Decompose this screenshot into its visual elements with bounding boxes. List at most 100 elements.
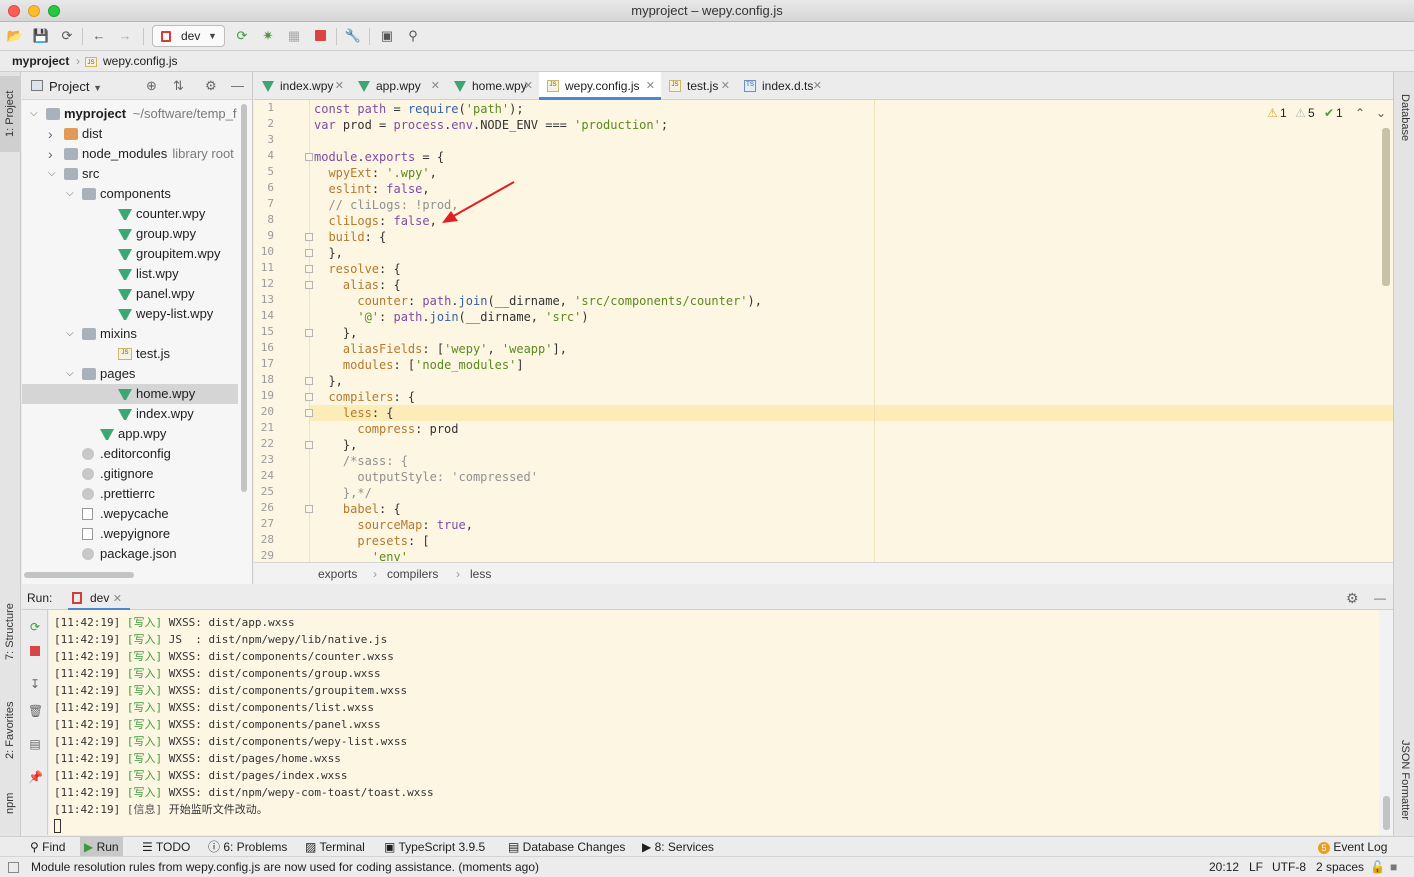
fold-marker-icon[interactable] <box>305 377 313 385</box>
indent-setting[interactable]: 2 spaces <box>1316 857 1364 877</box>
collapse-all-icon[interactable]: ⇅ <box>173 78 184 94</box>
database-changes-tool-button[interactable]: ▤ Database Changes <box>508 837 625 857</box>
tree-item[interactable]: .wepyignore <box>22 524 238 544</box>
gear-icon[interactable]: ⚙ <box>205 78 217 94</box>
tree-item[interactable]: .gitignore <box>22 464 238 484</box>
tree-item[interactable]: home.wpy <box>22 384 238 404</box>
fold-marker-icon[interactable] <box>305 249 313 257</box>
breadcrumb-item[interactable]: exports <box>318 563 357 585</box>
tree-item[interactable]: panel.wpy <box>22 284 238 304</box>
tree-item[interactable]: ⌵ mixins <box>22 324 238 344</box>
tree-item[interactable]: package.json <box>22 544 238 564</box>
tree-item[interactable]: ⌵ myproject ~/software/temp_f <box>22 104 238 124</box>
open-folder-icon[interactable]: 📂 <box>6 27 24 45</box>
status-message[interactable]: Module resolution rules from wepy.config… <box>31 857 539 877</box>
tree-item[interactable]: › dist <box>22 124 238 144</box>
editor-tab[interactable]: home.wpy ✕ <box>446 72 539 100</box>
fold-marker-icon[interactable] <box>305 505 313 513</box>
todo-tool-button[interactable]: ☰ TODO <box>142 837 190 857</box>
project-tool-tab[interactable]: 1: Project <box>0 76 21 152</box>
sync-icon[interactable]: ⟳ <box>58 27 76 45</box>
fold-marker-icon[interactable] <box>305 441 313 449</box>
chevron-down-icon[interactable]: ⌵ <box>30 104 40 124</box>
editor-tab[interactable]: app.wpy ✕ <box>350 72 446 100</box>
minimize-window-button[interactable] <box>28 5 40 17</box>
rerun-icon[interactable]: ⟳ <box>28 620 42 634</box>
close-icon[interactable]: ✕ <box>431 72 440 100</box>
lock-icon[interactable]: 🔓 <box>1370 857 1385 877</box>
tree-item[interactable]: ⌵ src <box>22 164 238 184</box>
tree-item[interactable]: ⌵ pages <box>22 364 238 384</box>
project-view-select[interactable]: Project ▼ <box>49 79 102 94</box>
chevron-up-icon[interactable]: ⌃ <box>1355 106 1365 120</box>
npm-tool-tab[interactable]: npm <box>0 780 21 826</box>
forward-icon[interactable]: → <box>116 27 134 45</box>
rerun-icon[interactable]: ⟳ <box>233 27 251 45</box>
tree-item[interactable]: counter.wpy <box>22 204 238 224</box>
debug-icon[interactable]: ✷ <box>259 27 277 45</box>
tree-item[interactable]: › node_modules library root <box>22 144 238 164</box>
scroll-to-end-icon[interactable]: ↧ <box>28 677 42 691</box>
gear-icon[interactable]: ⚙ <box>1346 586 1359 610</box>
tree-item[interactable]: groupitem.wpy <box>22 244 238 264</box>
tree-item[interactable]: .wepycache <box>22 504 238 524</box>
save-icon[interactable]: 💾 <box>32 27 50 45</box>
status-window-icon[interactable] <box>8 862 19 873</box>
fold-marker-icon[interactable] <box>305 393 313 401</box>
chevron-right-icon[interactable]: › <box>48 124 58 144</box>
tree-vertical-scrollbar[interactable] <box>241 104 247 492</box>
run-console[interactable]: [11:42:19] [写入] WXSS: dist/app.wxss [11:4… <box>49 610 1379 835</box>
database-tool-tab[interactable]: Database <box>1394 82 1414 154</box>
typescript-tool-button[interactable]: ▣ TypeScript 3.9.5 <box>384 837 485 857</box>
stop-icon[interactable] <box>311 27 329 45</box>
run-tab-dev[interactable]: dev ✕ <box>68 586 130 610</box>
fold-marker-icon[interactable] <box>305 409 313 417</box>
editor-tab[interactable]: TS index.d.ts ✕ <box>736 72 828 100</box>
locate-file-icon[interactable]: ⊕ <box>146 78 157 94</box>
editor-tab[interactable]: index.wpy ✕ <box>254 72 350 100</box>
close-window-button[interactable] <box>8 5 20 17</box>
tree-item[interactable]: wepy-list.wpy <box>22 304 238 324</box>
hide-panel-icon[interactable]: — <box>1374 586 1386 610</box>
tree-item[interactable]: ⌵ components <box>22 184 238 204</box>
console-input-cursor[interactable] <box>54 819 61 833</box>
fold-marker-icon[interactable] <box>305 233 313 241</box>
pin-icon[interactable]: 📌 <box>28 770 43 784</box>
chevron-down-icon[interactable]: ⌵ <box>48 164 58 184</box>
terminal-tool-button[interactable]: ▨ Terminal <box>305 837 365 857</box>
services-tool-button[interactable]: ▶ 8: Services <box>642 837 714 857</box>
tree-item[interactable]: group.wpy <box>22 224 238 244</box>
tree-item[interactable]: .editorconfig <box>22 444 238 464</box>
check-icon[interactable]: ✔ <box>1324 106 1334 120</box>
layout-icon[interactable]: ▤ <box>28 737 42 751</box>
close-icon[interactable]: ✕ <box>335 72 344 100</box>
breadcrumb-item[interactable]: less <box>470 563 491 585</box>
maximize-window-button[interactable] <box>48 5 60 17</box>
close-icon[interactable]: ✕ <box>524 72 533 100</box>
chevron-down-icon[interactable]: ⌵ <box>66 364 76 384</box>
favorites-tool-tab[interactable]: 2: Favorites <box>0 690 21 770</box>
memory-icon[interactable]: ■ <box>1390 857 1397 877</box>
breadcrumb-item[interactable]: compilers <box>387 563 438 585</box>
close-icon[interactable]: ✕ <box>113 593 122 605</box>
editor-tab[interactable]: JS wepy.config.js ✕ <box>539 72 661 100</box>
event-log-tool-button[interactable]: 5 Event Log <box>1318 837 1387 857</box>
hide-panel-icon[interactable]: — <box>231 78 244 93</box>
problems-tool-button[interactable]: ⓘ 6: Problems <box>208 837 287 857</box>
chevron-down-icon[interactable]: ⌵ <box>66 184 76 204</box>
wrench-icon[interactable]: 🔧 <box>344 27 362 45</box>
chevron-down-icon[interactable]: ⌄ <box>1376 106 1386 120</box>
tree-item[interactable]: index.wpy <box>22 404 238 424</box>
coverage-icon[interactable]: ▦ <box>285 27 303 45</box>
file-encoding[interactable]: UTF-8 <box>1272 857 1306 877</box>
tree-item[interactable]: .prettierrc <box>22 484 238 504</box>
run-tool-button[interactable]: ▶ Run <box>80 837 123 857</box>
fold-marker-icon[interactable] <box>305 265 313 273</box>
find-tool-button[interactable]: ⚲ Find <box>30 837 65 857</box>
fold-marker-icon[interactable] <box>305 329 313 337</box>
tree-item[interactable]: app.wpy <box>22 424 238 444</box>
caret-position[interactable]: 20:12 <box>1209 857 1239 877</box>
fold-marker-icon[interactable] <box>305 281 313 289</box>
close-icon[interactable]: ✕ <box>813 72 822 100</box>
console-scrollbar[interactable] <box>1383 796 1390 830</box>
